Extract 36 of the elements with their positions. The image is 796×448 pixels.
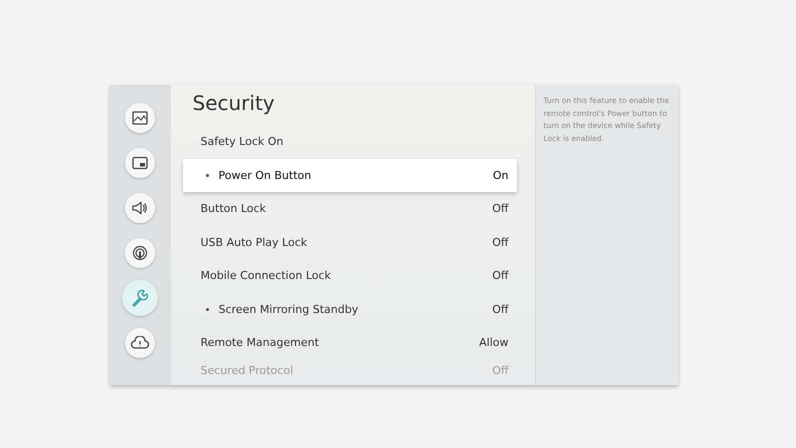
setting-row[interactable]: USB Auto Play Lock Off <box>182 226 516 259</box>
setting-row[interactable]: Screen Mirroring Standby Off <box>182 292 516 326</box>
setting-label: Safety Lock On <box>200 135 284 148</box>
setting-label: Screen Mirroring Standby <box>218 302 358 316</box>
cloud-icon <box>131 336 149 350</box>
setting-value: Allow <box>479 336 508 350</box>
setting-value: Off <box>492 302 508 316</box>
category-button[interactable] <box>125 193 155 223</box>
broadcast-icon <box>132 245 148 261</box>
picture-icon <box>132 111 148 125</box>
setting-value: Off <box>492 202 508 216</box>
category-button[interactable] <box>125 328 155 358</box>
setting-label: Mobile Connection Lock <box>200 269 331 282</box>
category-button[interactable] <box>125 103 155 133</box>
setting-value: Off <box>492 236 508 249</box>
setting-label: Remote Management <box>200 336 319 350</box>
setting-value: On <box>492 168 508 182</box>
setting-label: Secured Protocol <box>200 364 294 377</box>
setting-row[interactable]: Power On Button On <box>182 158 516 192</box>
setting-row[interactable]: Mobile Connection Lock Off <box>182 259 516 292</box>
setting-label: Power On Button <box>218 168 312 182</box>
setting-value: Off <box>492 364 508 377</box>
category-button[interactable] <box>125 238 155 268</box>
bullet-icon <box>206 308 208 311</box>
screen-icon <box>132 156 148 170</box>
wrench-icon <box>131 289 149 307</box>
category-button[interactable] <box>125 148 155 178</box>
setting-row[interactable]: Button Lock Off <box>182 192 516 226</box>
speaker-icon <box>132 201 148 215</box>
bullet-icon <box>206 174 208 177</box>
setting-label: USB Auto Play Lock <box>200 236 308 249</box>
setting-value: Off <box>492 269 508 282</box>
section-title: Security <box>192 91 276 117</box>
setting-label: Button Lock <box>200 202 266 216</box>
setting-row[interactable]: Remote Management Allow <box>182 326 516 360</box>
setting-row[interactable]: Safety Lock On <box>182 125 516 158</box>
